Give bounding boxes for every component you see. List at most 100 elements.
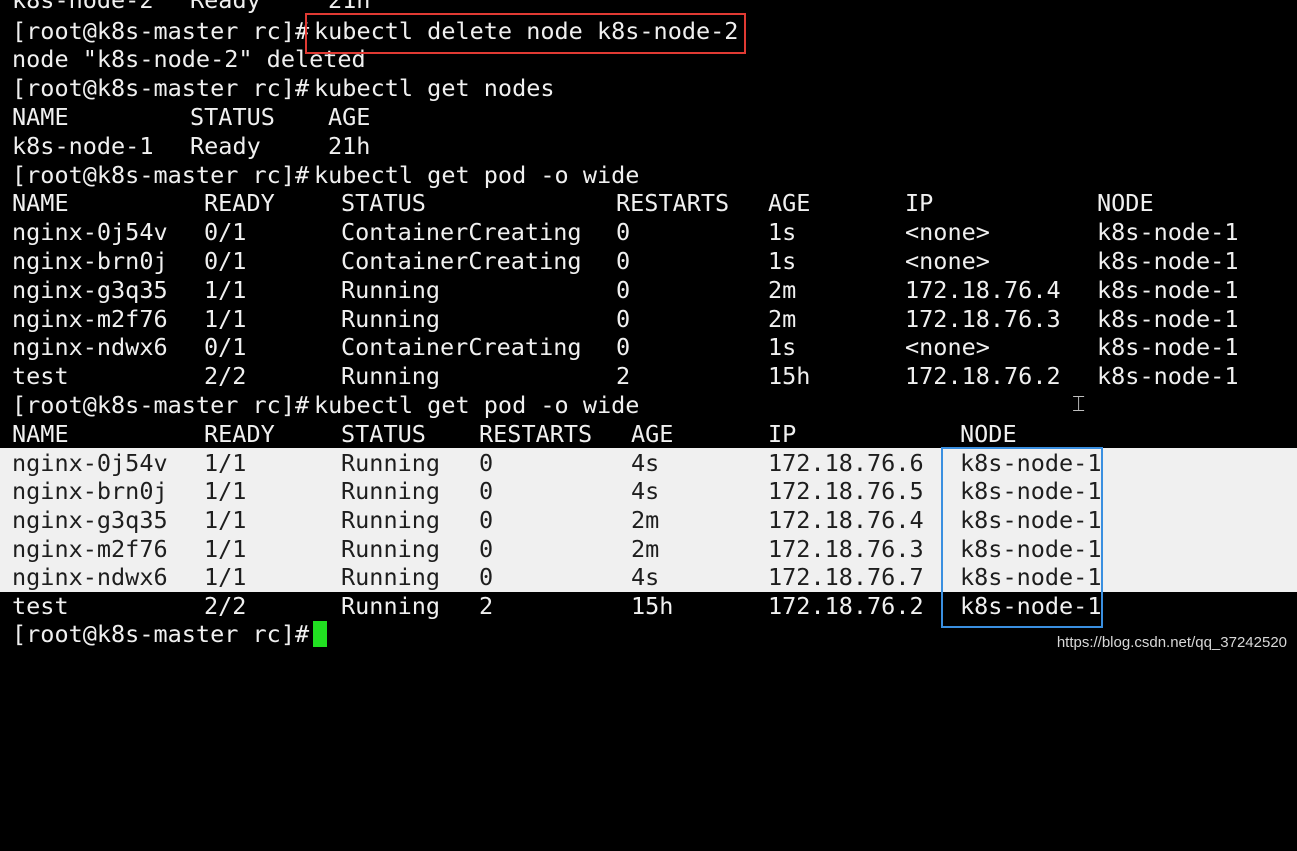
pod-restarts: 0	[616, 276, 631, 304]
pod-status: ContainerCreating	[341, 218, 582, 246]
table-row: nginx-ndwx6 1/1 Running 0 4s 172.18.76.7…	[12, 563, 1101, 592]
pod-ip: <none>	[905, 247, 990, 275]
pod-restarts: 0	[616, 247, 631, 275]
pod-ip: 172.18.76.3	[768, 535, 924, 563]
shell-prompt: [root@k8s-master rc]#	[12, 391, 310, 419]
pod-ready: 2/2	[204, 362, 247, 390]
shell-prompt: [root@k8s-master rc]#	[12, 161, 310, 189]
pod-restarts: 0	[616, 333, 631, 361]
pod-ready: 2/2	[204, 592, 247, 620]
pod-restarts: 2	[479, 592, 494, 620]
pod-node: k8s-node-1	[1097, 305, 1239, 333]
pod-node: k8s-node-1	[1097, 247, 1239, 275]
pod-node: k8s-node-1	[1097, 276, 1239, 304]
pod-status: ContainerCreating	[341, 247, 582, 275]
col-header: AGE	[631, 420, 674, 448]
node-age: 21h	[328, 132, 371, 160]
pod-name: test	[12, 592, 69, 620]
pod-status: Running	[341, 276, 441, 304]
shell-prompt: [root@k8s-master rc]#	[12, 620, 310, 648]
col-header: STATUS	[190, 103, 275, 131]
col-header: READY	[204, 189, 275, 217]
shell-prompt: [root@k8s-master rc]#	[12, 17, 310, 45]
pod-ready: 1/1	[204, 477, 247, 505]
nodes-row: k8s-node-1 Ready 21h	[12, 132, 370, 161]
table-row: nginx-m2f76 1/1 Running 0 2m 172.18.76.3…	[12, 535, 1101, 564]
highlight-box-command	[305, 13, 746, 54]
pod-restarts: 0	[479, 449, 494, 477]
text-cursor	[313, 621, 327, 647]
pod-node: k8s-node-1	[1097, 333, 1239, 361]
pod-name: nginx-m2f76	[12, 535, 168, 563]
command-line-delete: [root@k8s-master rc]# kubectl delete nod…	[12, 17, 738, 46]
pod-age: 2m	[768, 276, 797, 304]
command-line-get-nodes: [root@k8s-master rc]# kubectl get nodes	[12, 74, 555, 103]
pod-ready: 1/1	[204, 506, 247, 534]
pod-restarts: 0	[479, 506, 494, 534]
pod-age: 2m	[631, 506, 660, 534]
pod-ip: <none>	[905, 333, 990, 361]
pod-status: Running	[341, 563, 441, 591]
pod-name: nginx-ndwx6	[12, 333, 168, 361]
col-header: AGE	[328, 103, 371, 131]
col-header: READY	[204, 420, 275, 448]
pod-ip: 172.18.76.2	[768, 592, 924, 620]
pod-restarts: 0	[616, 305, 631, 333]
pod-age: 1s	[768, 247, 797, 275]
pod-ready: 1/1	[204, 449, 247, 477]
table-row: nginx-0j54v 1/1 Running 0 4s 172.18.76.6…	[12, 449, 1101, 478]
table-row: nginx-m2f76 1/1 Running 0 2m 172.18.76.3…	[12, 305, 1238, 334]
col-header: NAME	[12, 420, 69, 448]
pod-name: nginx-ndwx6	[12, 563, 168, 591]
pod-name: nginx-0j54v	[12, 218, 168, 246]
col-header: RESTARTS	[616, 189, 730, 217]
col-header: IP	[905, 189, 934, 217]
pod-restarts: 0	[616, 218, 631, 246]
pod-age: 15h	[768, 362, 811, 390]
command-text: kubectl get pod -o wide	[314, 391, 640, 419]
command-text: kubectl get pod -o wide	[314, 161, 640, 189]
col-header: RESTARTS	[479, 420, 593, 448]
col-header: NAME	[12, 189, 69, 217]
pod-restarts: 0	[479, 535, 494, 563]
pod-status: Running	[341, 592, 441, 620]
table-row: nginx-0j54v 0/1 ContainerCreating 0 1s <…	[12, 218, 1238, 247]
pod-name: test	[12, 362, 69, 390]
pod-name: nginx-g3q35	[12, 506, 168, 534]
table-row: nginx-brn0j 1/1 Running 0 4s 172.18.76.5…	[12, 477, 1101, 506]
pod-age: 4s	[631, 449, 660, 477]
pod-node: k8s-node-1	[1097, 362, 1239, 390]
watermark: https://blog.csdn.net/qq_37242520	[1056, 634, 1287, 651]
pod-name: nginx-g3q35	[12, 276, 168, 304]
pod-age: 4s	[631, 563, 660, 591]
pod-status: Running	[341, 506, 441, 534]
pod-ip: 172.18.76.2	[905, 362, 1061, 390]
pod-age: 15h	[631, 592, 674, 620]
pod-status: ContainerCreating	[341, 333, 582, 361]
node-name: k8s-node-2	[12, 0, 154, 14]
pod-age: 4s	[631, 477, 660, 505]
terminal-window[interactable]: k8s-node-2 Ready 21h [root@k8s-master rc…	[0, 0, 1297, 660]
pod-ready: 1/1	[204, 563, 247, 591]
pod-ip: 172.18.76.5	[768, 477, 924, 505]
command-text: kubectl get nodes	[314, 74, 555, 102]
pod-restarts: 2	[616, 362, 631, 390]
pod-ready: 1/1	[204, 535, 247, 563]
col-header: IP	[768, 420, 797, 448]
table-row: nginx-brn0j 0/1 ContainerCreating 0 1s <…	[12, 247, 1238, 276]
node-status: Ready	[190, 132, 261, 160]
pod-age: 1s	[768, 333, 797, 361]
col-header: NODE	[1097, 189, 1154, 217]
pod-status: Running	[341, 535, 441, 563]
pod-age: 2m	[631, 535, 660, 563]
pod-ip: 172.18.76.4	[905, 276, 1061, 304]
pod-ready: 1/1	[204, 305, 247, 333]
col-header: AGE	[768, 189, 811, 217]
final-prompt-line[interactable]: [root@k8s-master rc]#	[12, 620, 309, 649]
pod-ready: 1/1	[204, 276, 247, 304]
col-header: STATUS	[341, 420, 426, 448]
table-row: nginx-ndwx6 0/1 ContainerCreating 0 1s <…	[12, 333, 1238, 362]
table-row: nginx-g3q35 1/1 Running 0 2m 172.18.76.4…	[12, 506, 1101, 535]
pod-name: nginx-brn0j	[12, 247, 168, 275]
pod-restarts: 0	[479, 563, 494, 591]
